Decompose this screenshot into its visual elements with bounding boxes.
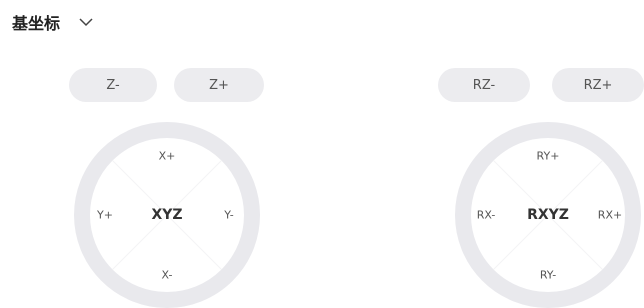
rx-plus-button[interactable]: RX+ (598, 209, 622, 222)
z-plus-label: Z+ (209, 77, 229, 93)
xyz-jog-pad[interactable]: X+ X- Y+ Y- XYZ (74, 122, 260, 308)
rxyz-center-label: RXYZ (527, 207, 569, 223)
z-minus-label: Z- (106, 77, 120, 93)
rz-plus-button[interactable]: RZ+ (552, 68, 644, 102)
z-minus-button[interactable]: Z- (69, 68, 157, 102)
rz-plus-label: RZ+ (583, 77, 613, 93)
xyz-center-label: XYZ (151, 207, 183, 223)
rz-minus-button[interactable]: RZ- (438, 68, 530, 102)
coordinate-header: 基坐标 (12, 10, 94, 34)
x-plus-button[interactable]: X+ (159, 150, 176, 163)
z-plus-button[interactable]: Z+ (174, 68, 264, 102)
y-plus-button[interactable]: Y+ (97, 209, 113, 222)
rxyz-jog-pad[interactable]: RY+ RY- RX- RX+ RXYZ (455, 122, 641, 308)
coordinate-system-title: 基坐标 (12, 14, 61, 33)
rz-minus-label: RZ- (472, 77, 496, 93)
rx-minus-button[interactable]: RX- (477, 209, 496, 222)
chevron-down-icon[interactable] (78, 14, 94, 30)
ry-minus-button[interactable]: RY- (540, 269, 556, 282)
y-minus-button[interactable]: Y- (224, 209, 233, 222)
x-minus-button[interactable]: X- (162, 269, 173, 282)
ry-plus-button[interactable]: RY+ (537, 150, 560, 163)
